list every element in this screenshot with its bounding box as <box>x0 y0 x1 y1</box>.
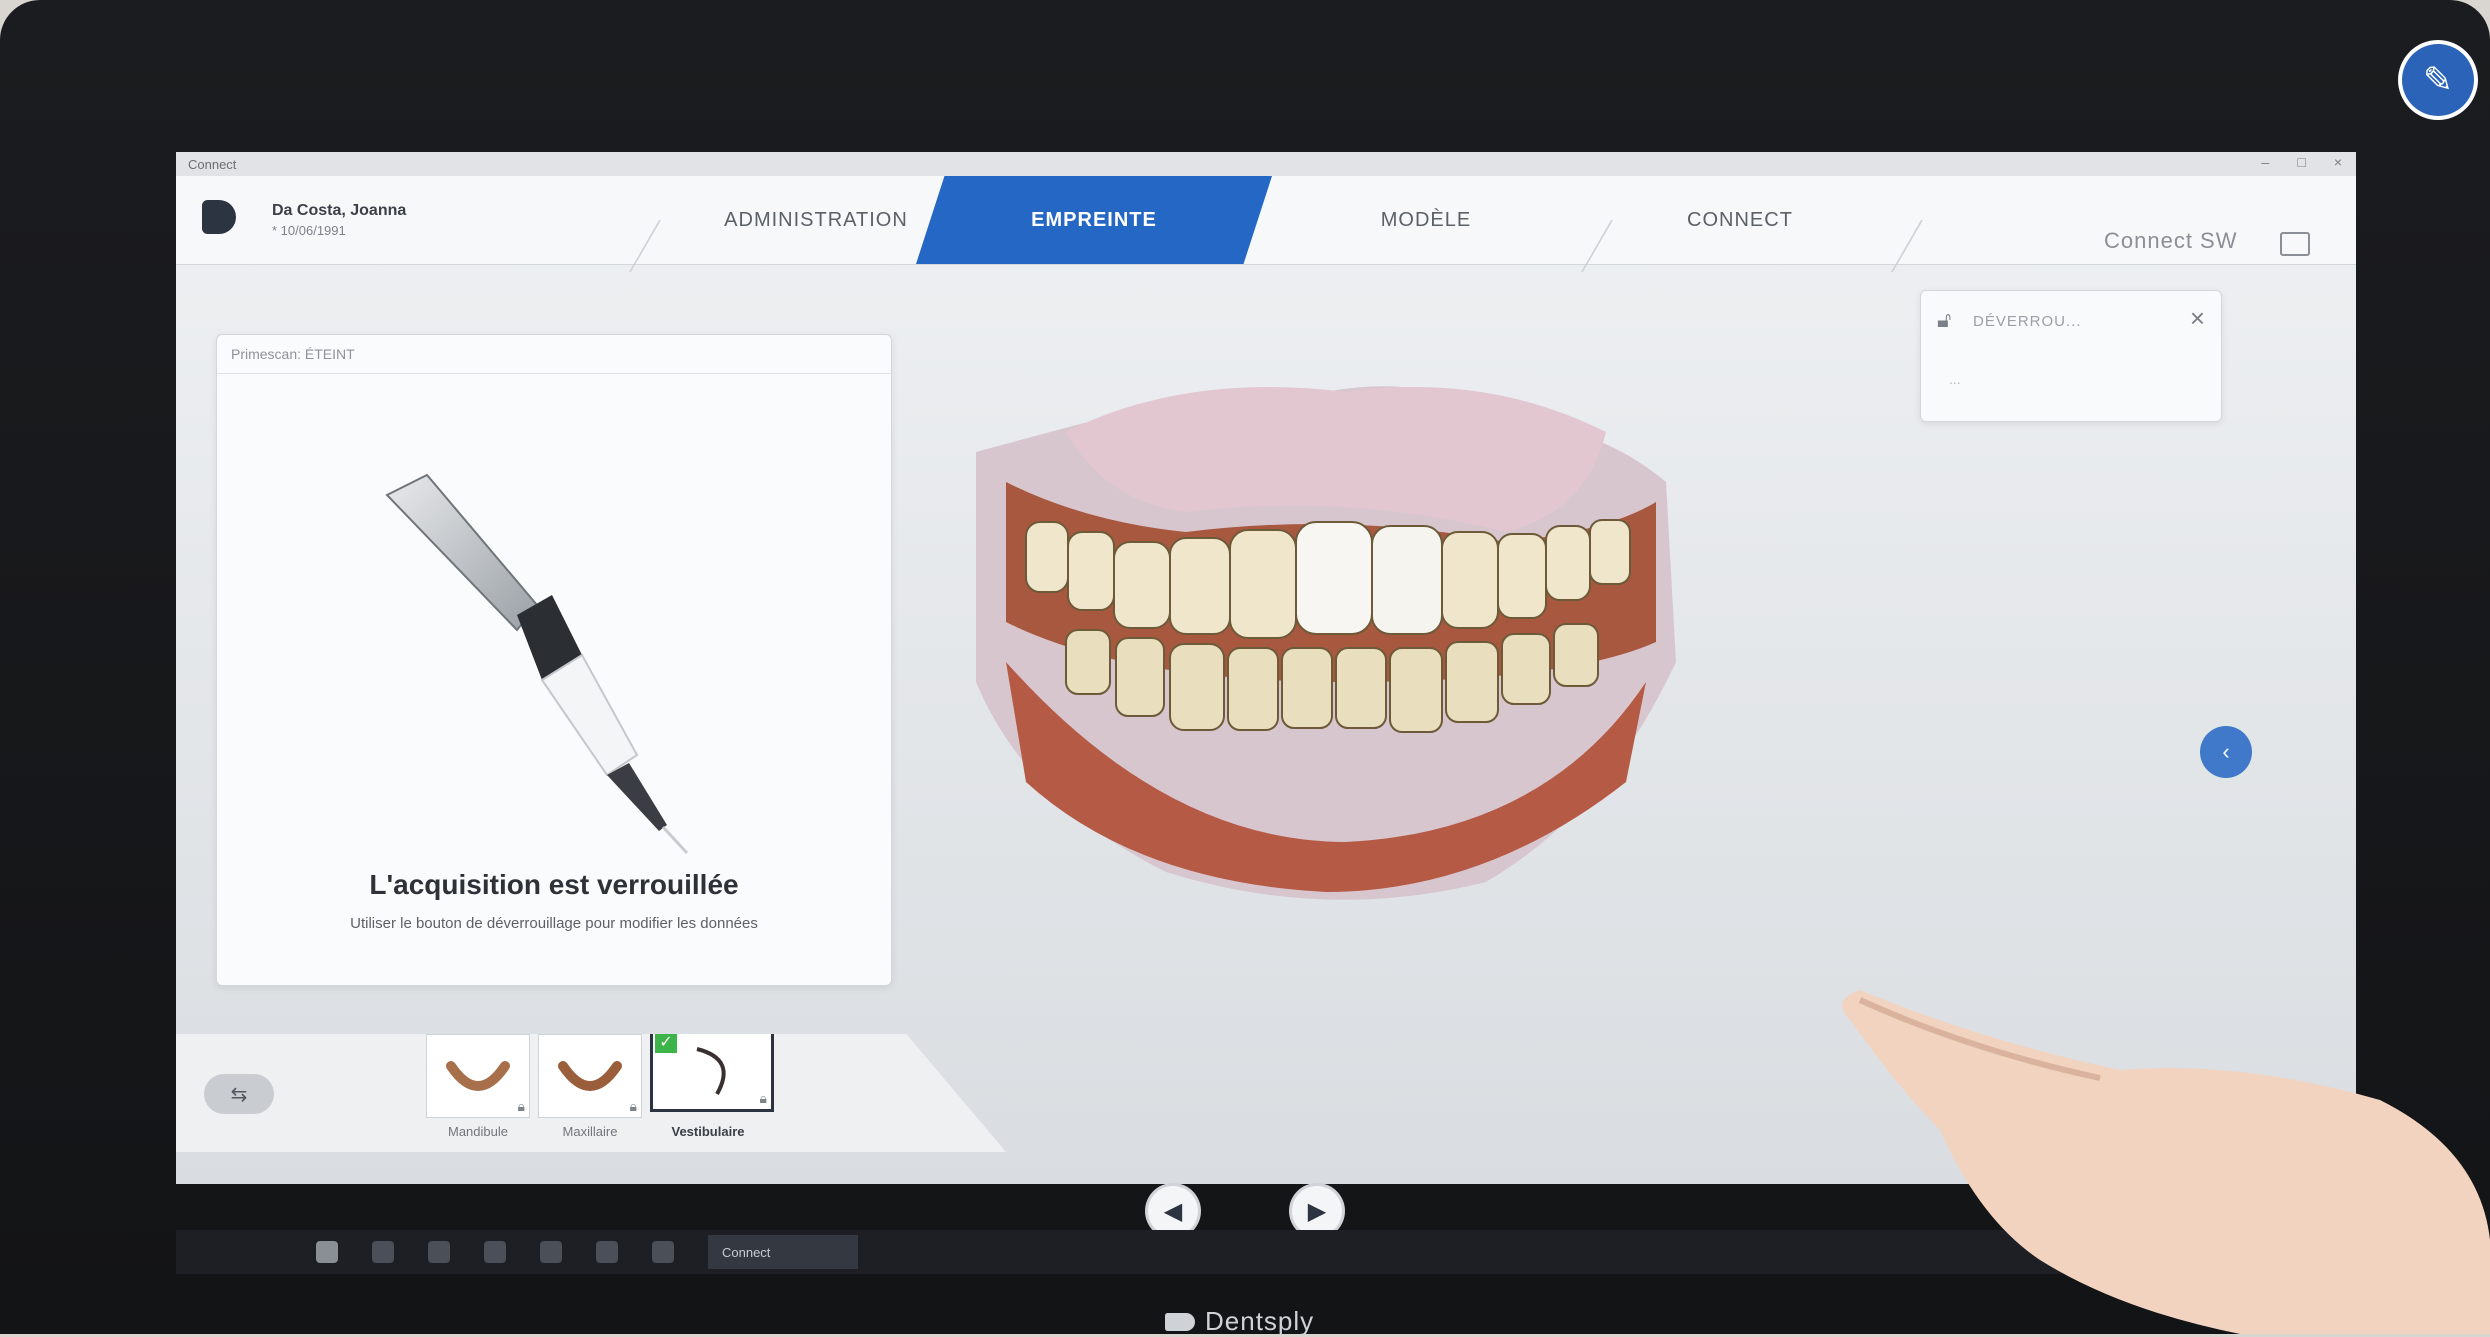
reading-person-icon: ✎ <box>2402 44 2474 116</box>
lock-icon: 🔒︎ <box>517 1098 525 1114</box>
patient-dob: * 10/06/1991 <box>272 223 346 238</box>
scan-mode-toggle[interactable]: ⇆ <box>204 1074 274 1114</box>
window-title: Connect <box>188 156 237 172</box>
lock-title: L'acquisition est verrouillée <box>369 869 739 900</box>
folder-icon[interactable] <box>540 1241 562 1263</box>
thumb-label-maxillaire: Maxillaire <box>562 1124 618 1139</box>
unlock-icon: 🔓︎ <box>1937 307 1952 332</box>
lock-icon: 🔒︎ <box>629 1098 637 1114</box>
close-window-icon[interactable]: × <box>2334 154 2342 170</box>
brand-logo: Dentsply <box>1165 1306 1314 1337</box>
chat-icon[interactable] <box>2280 232 2310 256</box>
windows-start-icon[interactable] <box>316 1241 338 1263</box>
maximize-icon[interactable]: □ <box>2297 154 2305 170</box>
bite-icon <box>696 1047 726 1095</box>
patient-name: Da Costa, Joanna <box>272 202 407 219</box>
dentsply-logo-icon <box>1165 1312 1195 1331</box>
scan-selection-strip: ⇆ 🔒︎ Mandibule 🔒︎ Maxillaire ✓ 🔒︎ Vestib… <box>176 1034 1006 1152</box>
lock-icon: 🔒︎ <box>759 1090 767 1106</box>
maxilla-icon <box>558 1061 622 1091</box>
lock-subtitle: Utiliser le bouton de déverrouillage pou… <box>350 915 758 932</box>
unlock-panel[interactable]: 🔓︎ DÉVERROU... × ... <box>1920 290 2222 422</box>
connect-sw-label[interactable]: Connect SW <box>2104 228 2238 254</box>
thumb-mandibule[interactable]: 🔒︎ <box>426 1034 530 1118</box>
tab-empreinte[interactable]: EMPREINTE <box>916 176 1272 264</box>
pointing-hand <box>1842 990 2490 1334</box>
mandible-icon <box>446 1061 510 1091</box>
patient-info[interactable]: Da Costa, Joanna * 10/06/1991 <box>272 202 406 238</box>
app-header: Da Costa, Joanna * 10/06/1991 ADMINISTRA… <box>176 176 2356 272</box>
intraoral-scanner-illustration <box>385 473 689 855</box>
tab-connect[interactable]: CONNECT <box>1590 176 1890 264</box>
window-titlebar: Connect – □ × <box>176 152 2356 176</box>
acquisition-panel: Primescan: ÉTEINT L'acquisition est verr… <box>216 334 892 986</box>
taskbar-connect-app[interactable]: Connect <box>708 1235 858 1269</box>
thumb-maxillaire[interactable]: 🔒︎ <box>538 1034 642 1118</box>
brand-name: Dentsply <box>1205 1306 1315 1336</box>
side-panel-handle-icon[interactable]: ‹ <box>2200 726 2252 778</box>
thumb-label-vestibulaire: Vestibulaire <box>671 1124 745 1139</box>
app-logo <box>202 200 236 234</box>
cortana-icon[interactable] <box>428 1241 450 1263</box>
thumb-label-mandibule: Mandibule <box>448 1124 508 1139</box>
previous-button[interactable]: ◀ <box>1148 1186 1198 1236</box>
unlock-subtext: ... <box>1949 371 1961 387</box>
tab-modele[interactable]: MODÈLE <box>1276 176 1576 264</box>
minimize-icon[interactable]: – <box>2262 154 2270 170</box>
task-view-icon[interactable] <box>484 1241 506 1263</box>
browser-icon[interactable] <box>596 1241 618 1263</box>
check-icon: ✓ <box>655 1034 677 1053</box>
3d-dental-scan-model[interactable] <box>966 362 1706 922</box>
tab-separator <box>628 220 662 272</box>
next-button[interactable]: ▶ <box>1292 1186 1342 1236</box>
app-icon[interactable] <box>652 1241 674 1263</box>
close-icon[interactable]: × <box>2190 303 2205 334</box>
thumb-vestibulaire[interactable]: ✓ 🔒︎ <box>650 1034 774 1112</box>
unlock-label: DÉVERROU... <box>1973 313 2082 330</box>
tab-separator <box>1890 220 1924 272</box>
scanner-status: Primescan: ÉTEINT <box>217 335 891 374</box>
search-icon[interactable] <box>372 1241 394 1263</box>
